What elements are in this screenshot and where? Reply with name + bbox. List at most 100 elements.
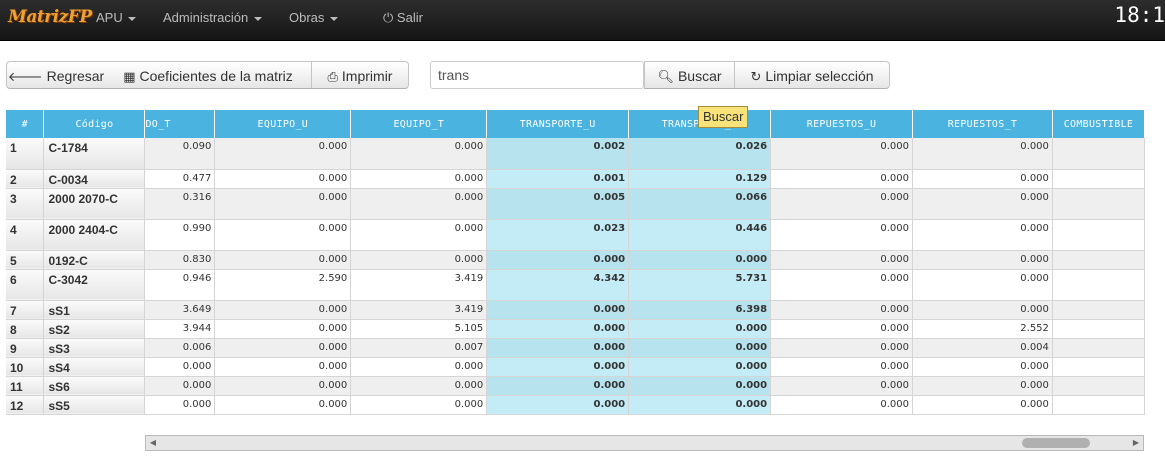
table-cell[interactable]: 0.000 (770, 357, 913, 377)
table-cell[interactable]: 5.731 (628, 269, 772, 301)
brand-logo[interactable]: MatrizFP (6, 6, 94, 28)
table-cell[interactable]: 0.990 (144, 219, 216, 251)
row-code[interactable]: sS4 (43, 357, 146, 377)
table-cell[interactable]: 0.000 (486, 357, 630, 377)
table-cell[interactable]: 0.000 (770, 269, 913, 301)
table-cell[interactable]: 0.000 (350, 357, 488, 377)
table-cell[interactable]: 0.000 (350, 395, 488, 415)
table-cell[interactable]: 0.000 (214, 188, 352, 220)
table-cell[interactable]: 3.419 (350, 269, 488, 301)
table-cell[interactable]: 0.830 (144, 250, 216, 270)
table-cell[interactable] (1052, 319, 1145, 339)
table-cell[interactable]: 0.000 (486, 319, 630, 339)
table-cell[interactable]: 0.006 (144, 338, 216, 358)
table-cell[interactable]: 0.477 (144, 169, 216, 189)
table-cell[interactable]: 0.005 (486, 188, 630, 220)
table-cell[interactable]: 0.000 (214, 319, 352, 339)
table-cell[interactable]: 0.000 (350, 169, 488, 189)
table-row[interactable]: 6 C-3042 0.946 2.590 3.419 4.342 5.731 0.000 0.0… (6, 269, 1145, 301)
row-code[interactable]: sS5 (43, 395, 146, 415)
table-row[interactable]: 10 sS4 0.000 0.000 0.000 0.000 0.000 0.000 0.000 (6, 357, 1145, 377)
row-code[interactable]: C-3042 (43, 269, 146, 301)
table-cell[interactable]: 0.000 (350, 250, 488, 270)
table-cell[interactable]: 0.000 (770, 300, 913, 320)
table-cell[interactable]: 0.000 (144, 376, 216, 396)
table-cell[interactable]: 0.000 (214, 338, 352, 358)
table-cell[interactable]: 0.446 (628, 219, 772, 251)
table-cell[interactable]: 0.000 (214, 219, 352, 251)
table-cell[interactable]: 0.000 (214, 376, 352, 396)
column-header[interactable]: REPUESTOS_T (912, 110, 1053, 138)
table-cell[interactable] (1052, 338, 1145, 358)
nav-obras-dropdown[interactable]: Obras (289, 0, 339, 40)
table-cell[interactable]: 2.552 (912, 319, 1053, 339)
table-cell[interactable]: 0.000 (350, 138, 488, 170)
table-cell[interactable]: 0.000 (144, 357, 216, 377)
table-cell[interactable]: 0.000 (912, 169, 1053, 189)
table-cell[interactable]: 0.000 (350, 376, 488, 396)
table-cell[interactable]: 0.000 (912, 138, 1053, 170)
table-cell[interactable]: 0.066 (628, 188, 772, 220)
table-cell[interactable]: 0.000 (214, 395, 352, 415)
table-cell[interactable]: 0.000 (770, 169, 913, 189)
table-cell[interactable]: 0.000 (486, 338, 630, 358)
table-cell[interactable] (1052, 300, 1145, 320)
table-cell[interactable]: 0.000 (214, 169, 352, 189)
table-row[interactable]: 9 sS3 0.006 0.000 0.007 0.000 0.000 0.000 0.004 (6, 338, 1145, 358)
table-cell[interactable]: 0.000 (912, 376, 1053, 396)
table-cell[interactable]: 3.649 (144, 300, 216, 320)
table-cell[interactable]: 0.000 (628, 319, 772, 339)
table-cell[interactable]: 0.000 (214, 357, 352, 377)
row-code[interactable]: C-0034 (43, 169, 146, 189)
table-cell[interactable]: 3.944 (144, 319, 216, 339)
column-header[interactable]: TRANSPORTE_U (486, 110, 630, 138)
horizontal-scrollbar[interactable]: ◀ ▶ (145, 435, 1144, 451)
column-header[interactable]: COMBUSTIBLE (1052, 110, 1145, 138)
row-code[interactable]: sS1 (43, 300, 146, 320)
table-cell[interactable]: 0.000 (912, 219, 1053, 251)
table-cell[interactable]: 0.129 (628, 169, 772, 189)
table-cell[interactable] (1052, 376, 1145, 396)
table-cell[interactable]: 2.590 (214, 269, 352, 301)
table-cell[interactable]: 0.000 (628, 250, 772, 270)
nav-logout[interactable]: ⏻ Salir (383, 0, 423, 40)
table-cell[interactable]: 0.000 (770, 188, 913, 220)
table-cell[interactable]: 6.398 (628, 300, 772, 320)
search-input[interactable] (430, 61, 644, 89)
row-code[interactable]: sS6 (43, 376, 146, 396)
table-row[interactable]: 5 0192-C 0.830 0.000 0.000 0.000 0.000 0.000 0.0… (6, 250, 1145, 270)
table-cell[interactable]: 0.026 (628, 138, 772, 170)
table-row[interactable]: 7 sS1 3.649 0.000 3.419 0.000 6.398 0.000 0.000 (6, 300, 1145, 320)
table-cell[interactable]: 0.000 (770, 395, 913, 415)
back-button[interactable]: 🡐 Regresar (6, 61, 106, 89)
table-cell[interactable] (1052, 395, 1145, 415)
column-header-code[interactable]: Código (43, 110, 146, 138)
row-code[interactable]: sS2 (43, 319, 146, 339)
table-row[interactable]: 1 C-1784 0.090 0.000 0.000 0.002 0.026 0.000 0.0… (6, 138, 1145, 170)
column-header[interactable]: EQUIPO_U (214, 110, 352, 138)
table-cell[interactable]: 0.000 (486, 376, 630, 396)
table-cell[interactable]: 0.000 (628, 338, 772, 358)
table-row[interactable]: 11 sS6 0.000 0.000 0.000 0.000 0.000 0.000 0.000 (6, 376, 1145, 396)
search-button[interactable]: 🔍︎ Buscar (644, 61, 735, 89)
table-cell[interactable]: 0.000 (912, 395, 1053, 415)
nav-apu-dropdown[interactable]: APU (96, 0, 137, 40)
table-cell[interactable]: 0.000 (350, 188, 488, 220)
table-row[interactable]: 4 2000 2404-C 0.990 0.000 0.000 0.023 0.446 0.0… (6, 219, 1145, 251)
table-cell[interactable]: 0.000 (770, 376, 913, 396)
table-cell[interactable]: 0.000 (486, 250, 630, 270)
table-cell[interactable]: 0.000 (214, 138, 352, 170)
table-cell[interactable]: 0.000 (350, 219, 488, 251)
table-cell[interactable]: 0.000 (770, 138, 913, 170)
table-cell[interactable]: 0.000 (912, 188, 1053, 220)
scroll-right-icon[interactable]: ▶ (1129, 436, 1143, 450)
table-cell[interactable] (1052, 169, 1145, 189)
table-cell[interactable]: 0.023 (486, 219, 630, 251)
table-cell[interactable]: 0.000 (628, 357, 772, 377)
table-cell[interactable]: 4.342 (486, 269, 630, 301)
table-cell[interactable]: 0.000 (770, 319, 913, 339)
nav-admin-dropdown[interactable]: Administración (163, 0, 262, 40)
print-button[interactable]: ⎙ Imprimir (311, 61, 409, 89)
table-cell[interactable]: 0.000 (628, 376, 772, 396)
table-cell[interactable]: 0.000 (770, 338, 913, 358)
